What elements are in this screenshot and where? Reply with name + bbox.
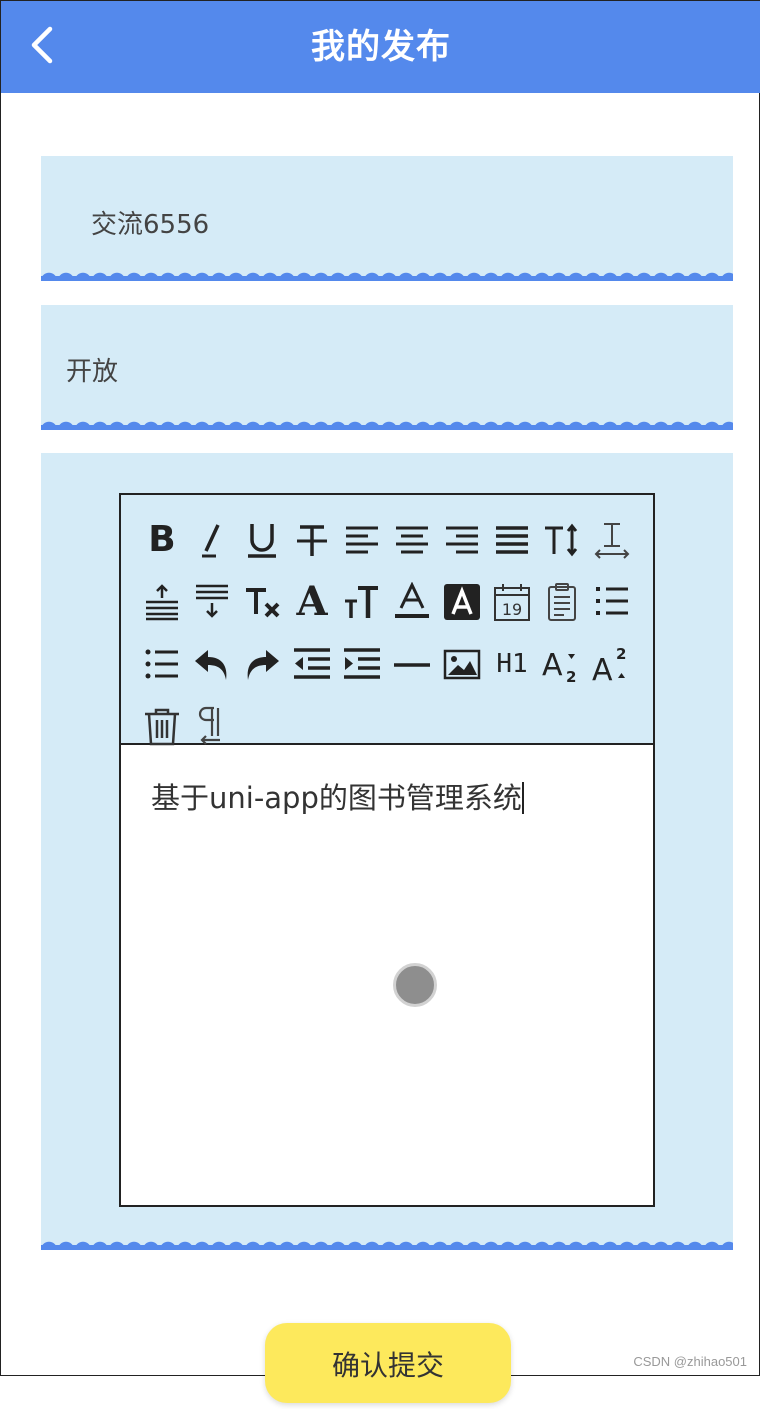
watermark: CSDN @zhihao501: [633, 1354, 747, 1369]
editor-toolbar: B A 19 H1 A2 A2: [121, 495, 653, 746]
heading-icon[interactable]: H1: [487, 633, 537, 695]
svg-text:2: 2: [566, 668, 576, 684]
svg-text:A: A: [592, 653, 613, 684]
status-select[interactable]: 开放: [66, 351, 118, 388]
title-input[interactable]: 交流6556: [91, 204, 209, 241]
subscript-icon[interactable]: A2: [537, 633, 587, 695]
indent-icon[interactable]: [337, 633, 387, 695]
italic-icon[interactable]: [187, 509, 237, 571]
ordered-list-icon[interactable]: [587, 571, 637, 633]
superscript-icon[interactable]: A2: [587, 633, 637, 695]
underline-icon[interactable]: [237, 509, 287, 571]
rich-text-editor: B A 19 H1 A2 A2 基于uni-app的图书管理系统: [119, 493, 655, 1207]
align-left-icon[interactable]: [337, 509, 387, 571]
svg-text:19: 19: [502, 600, 522, 619]
svg-text:A: A: [542, 648, 563, 683]
letter-spacing-icon[interactable]: [537, 509, 587, 571]
font-icon[interactable]: A: [287, 571, 337, 633]
bullet-list-icon[interactable]: [137, 633, 187, 695]
divider-icon[interactable]: [387, 633, 437, 695]
touch-indicator: [393, 963, 437, 1007]
font-color-icon[interactable]: [387, 571, 437, 633]
redo-icon[interactable]: [237, 633, 287, 695]
clear-format-icon[interactable]: [237, 571, 287, 633]
wave-divider: [41, 416, 733, 430]
align-right-icon[interactable]: [437, 509, 487, 571]
checklist-icon[interactable]: [537, 571, 587, 633]
date-icon[interactable]: 19: [487, 571, 537, 633]
outdent-icon[interactable]: [287, 633, 337, 695]
wave-divider: [41, 267, 733, 281]
svg-text:2: 2: [616, 645, 626, 663]
submit-button[interactable]: 确认提交: [265, 1323, 511, 1403]
space-after-icon[interactable]: [187, 571, 237, 633]
strikethrough-icon[interactable]: [287, 509, 337, 571]
text-caret: [521, 782, 524, 814]
status-field[interactable]: 开放: [41, 305, 733, 430]
align-center-icon[interactable]: [387, 509, 437, 571]
background-color-icon[interactable]: [437, 571, 487, 633]
image-icon[interactable]: [437, 633, 487, 695]
bold-icon[interactable]: B: [137, 509, 187, 571]
space-before-icon[interactable]: [137, 571, 187, 633]
line-height-icon[interactable]: [587, 509, 637, 571]
wave-divider: [41, 1236, 733, 1250]
page-title: 我的发布: [311, 27, 451, 67]
undo-icon[interactable]: [187, 633, 237, 695]
editor-text: 基于uni-app的图书管理系统: [151, 781, 522, 815]
font-size-icon[interactable]: [337, 571, 387, 633]
nav-bar: 我的发布: [1, 1, 760, 93]
editor-content-area[interactable]: 基于uni-app的图书管理系统: [121, 745, 653, 1205]
align-justify-icon[interactable]: [487, 509, 537, 571]
title-field[interactable]: 交流6556: [41, 156, 733, 281]
